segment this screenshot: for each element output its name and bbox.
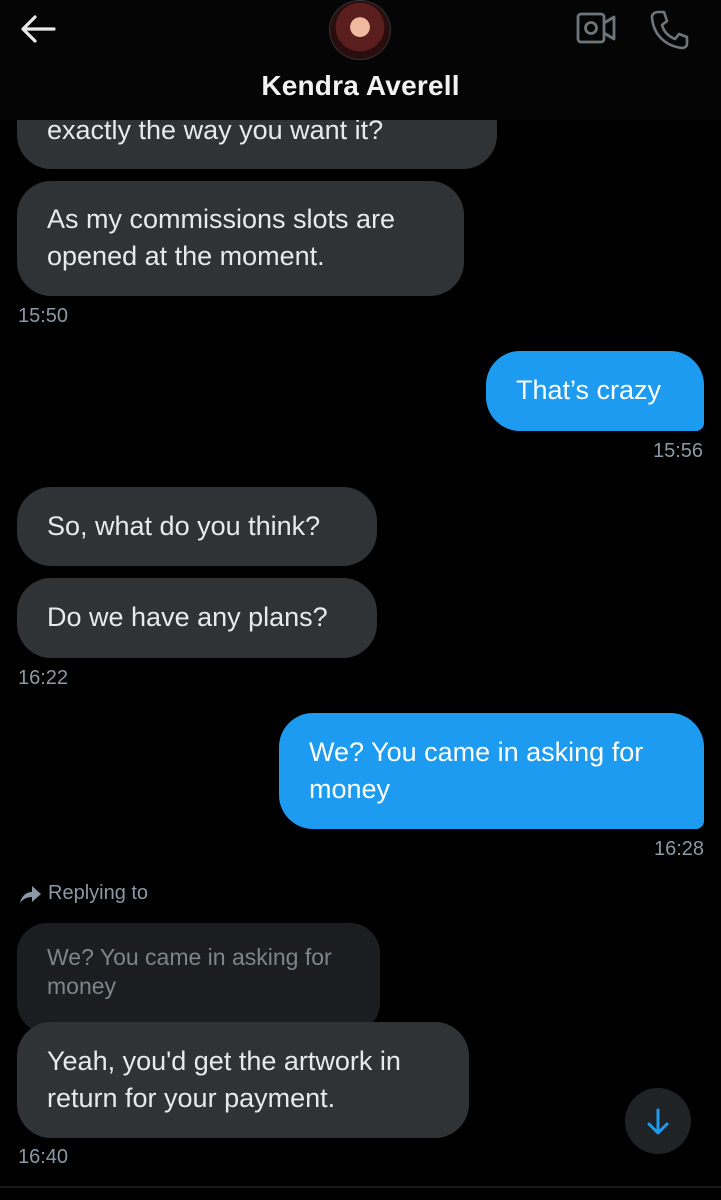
- message-bubble-incoming[interactable]: Do we have any plans?: [17, 578, 377, 658]
- divider: [0, 1186, 721, 1188]
- message-text: So, what do you think?: [47, 511, 321, 541]
- message-bubble-incoming[interactable]: Yeah, you'd get the artwork in return fo…: [17, 1022, 469, 1138]
- message-timestamp: 16:22: [18, 667, 69, 689]
- arrow-left-icon[interactable]: [18, 12, 58, 46]
- message-timestamp: 16:40: [18, 1146, 69, 1168]
- arrow-down-icon: [647, 1108, 669, 1135]
- message-timestamp: 16:28: [654, 838, 705, 860]
- quoted-message[interactable]: We? You came in asking for money: [17, 923, 380, 1033]
- message-text: We? You came in asking for money: [309, 737, 644, 804]
- message-bubble-incoming[interactable]: As my commissions slots are opened at th…: [17, 181, 464, 296]
- scroll-to-bottom-button[interactable]: [625, 1088, 691, 1154]
- quoted-text: We? You came in asking for money: [47, 944, 332, 999]
- video-camera-icon[interactable]: [576, 10, 616, 46]
- message-text: Yeah, you'd get the artwork in return fo…: [47, 1046, 401, 1113]
- phone-icon[interactable]: [648, 8, 690, 50]
- conversation-header: Kendra Averell: [0, 0, 721, 120]
- message-timestamp: 15:50: [18, 305, 69, 327]
- reply-arrow-icon: [20, 885, 41, 903]
- message-bubble-outgoing[interactable]: We? You came in asking for money: [279, 713, 704, 829]
- replying-to-label: Replying to: [18, 882, 148, 905]
- message-text: Do we have any plans?: [47, 602, 328, 632]
- message-bubble-incoming[interactable]: So, what do you think?: [17, 487, 377, 566]
- replying-to-text: Replying to: [48, 882, 149, 904]
- message-text: As my commissions slots are opened at th…: [47, 204, 396, 271]
- contact-name[interactable]: Kendra Averell: [0, 70, 721, 102]
- avatar[interactable]: [329, 0, 391, 60]
- message-bubble-outgoing[interactable]: That’s crazy: [486, 351, 704, 431]
- message-timestamp: 15:56: [653, 440, 704, 462]
- message-text: That’s crazy: [516, 375, 662, 405]
